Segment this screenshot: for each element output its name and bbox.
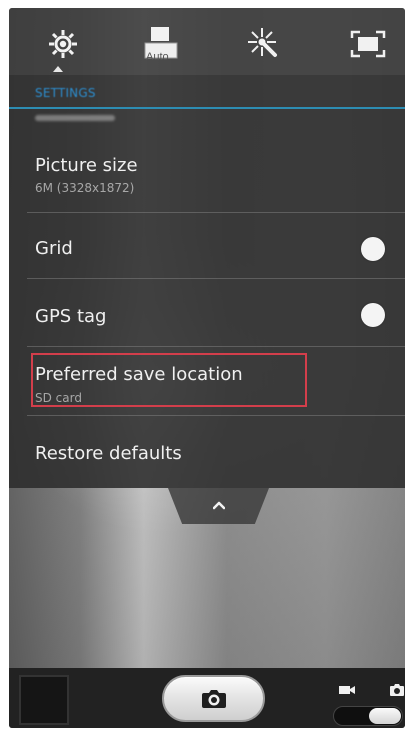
scene-mode-button[interactable]: Auto [135,18,187,70]
camera-icon [201,689,226,708]
shutter-button[interactable] [162,675,265,722]
setting-picture-size[interactable]: Picture size 6M (3328x1872) [9,147,405,213]
setting-restore-defaults[interactable]: Restore defaults [9,416,405,486]
setting-gps-tag[interactable]: GPS tag [9,279,405,347]
camera-app-screen: Auto SETTINGS Picture size 6M (3328x1872… [9,8,405,728]
chevron-up-icon [213,501,225,510]
settings-panel: SETTINGS Picture size 6M (3328x1872) Gri… [9,75,405,488]
camera-controls [9,668,405,728]
sparkle-icon [248,28,277,57]
camera-toolbar: Auto [9,8,405,75]
video-mode-icon [339,686,355,694]
setting-label: GPS tag [35,306,107,327]
setting-label: Grid [35,238,73,259]
setting-grid[interactable]: Grid [9,213,405,279]
title-divider [9,107,405,109]
selected-tab-indicator [53,66,63,72]
collapse-settings-button[interactable] [168,488,269,524]
gear-icon [49,30,77,58]
screen-mode-button[interactable] [342,18,394,70]
screen-mode-icon [350,30,386,58]
effects-button[interactable] [238,18,290,70]
faded-menu-line [35,115,115,121]
camera-video-switch[interactable] [333,706,403,726]
setting-label: Restore defaults [35,443,182,464]
switch-knob[interactable] [369,708,401,724]
auto-label: Auto [146,51,169,63]
photo-mode-icon [390,684,404,696]
settings-button[interactable] [37,18,89,70]
gps-tag-toggle[interactable] [361,303,385,327]
panel-title: SETTINGS [35,86,96,100]
setting-value: 6M (3328x1872) [35,181,135,195]
setting-label: Picture size [35,155,138,176]
highlight-box [31,353,307,407]
last-photo-thumbnail[interactable] [19,675,69,725]
grid-toggle[interactable] [361,237,385,261]
